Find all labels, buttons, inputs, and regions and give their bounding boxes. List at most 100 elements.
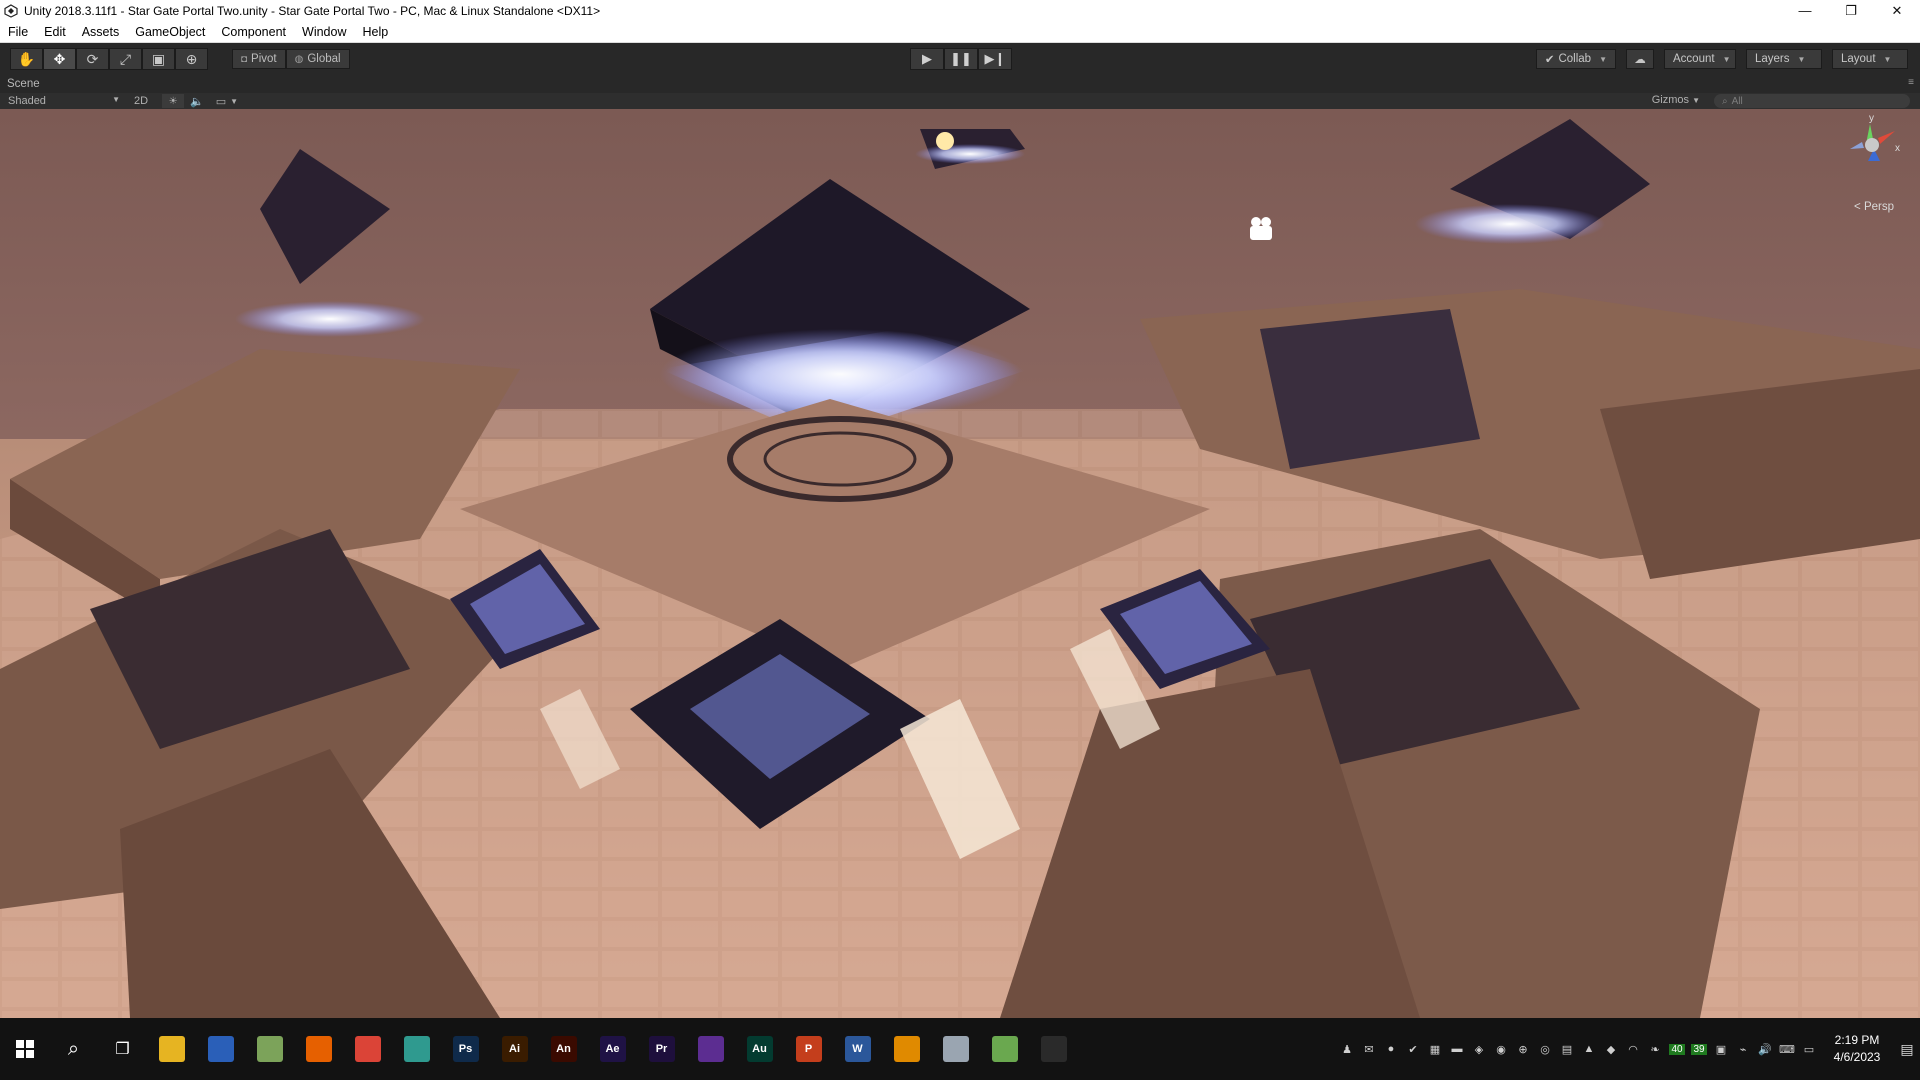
taskbar-app-audition[interactable]: Au bbox=[735, 1018, 784, 1080]
layers-dropdown[interactable]: Layers ▼ bbox=[1746, 49, 1822, 69]
taskbar-app-unity[interactable] bbox=[1029, 1018, 1078, 1080]
leaf-icon[interactable]: ❧ bbox=[1644, 1018, 1666, 1080]
taskbar-app-animate[interactable]: An bbox=[539, 1018, 588, 1080]
app-3-icon bbox=[256, 1036, 283, 1062]
taskbar-app-premiere[interactable]: Pr bbox=[637, 1018, 686, 1080]
global-button[interactable]: ◍ Global bbox=[285, 49, 350, 69]
pause-button[interactable]: ❚❚ bbox=[944, 48, 978, 70]
mode-2d-toggle[interactable]: 2D bbox=[134, 95, 148, 107]
scene-tab[interactable]: Scene ≡ bbox=[0, 75, 1920, 93]
volume-icon[interactable]: 🔊 bbox=[1754, 1018, 1776, 1080]
chevron-down-icon[interactable]: ▼ bbox=[230, 97, 238, 106]
taskbar-app-photoshop[interactable]: Ps bbox=[441, 1018, 490, 1080]
persp-label[interactable]: < Persp bbox=[1854, 201, 1894, 213]
menu-bar: File Edit Assets GameObject Component Wi… bbox=[0, 21, 1920, 43]
tray-icon[interactable]: ▲ bbox=[1578, 1018, 1600, 1080]
tray-icon[interactable]: ◆ bbox=[1600, 1018, 1622, 1080]
menu-edit[interactable]: Edit bbox=[36, 25, 74, 39]
gpu-temp-badge[interactable]: 40 bbox=[1666, 1018, 1688, 1080]
transform-tools: ✋ ✥ ⟳ ⤢ ▣ ⊕ bbox=[10, 48, 208, 70]
rotate-tool-button[interactable]: ⟳ bbox=[76, 48, 109, 70]
chevron-left-icon: < bbox=[1854, 201, 1861, 213]
taskbar-app-file-explorer[interactable] bbox=[147, 1018, 196, 1080]
chrome-icon bbox=[354, 1036, 381, 1062]
sun-icon: ☀ bbox=[168, 95, 178, 107]
tray-icon[interactable]: ✉ bbox=[1358, 1018, 1380, 1080]
taskbar-app-word[interactable]: W bbox=[833, 1018, 882, 1080]
menu-window[interactable]: Window bbox=[294, 25, 354, 39]
shading-mode-label: Shaded bbox=[8, 95, 46, 107]
battery-icon[interactable]: ▭ bbox=[1798, 1018, 1820, 1080]
gizmos-dropdown[interactable]: Gizmos ▼ bbox=[1652, 94, 1700, 106]
menu-help[interactable]: Help bbox=[354, 25, 396, 39]
minimize-button[interactable]: — bbox=[1782, 0, 1828, 21]
notification-icon[interactable]: ▤ bbox=[1894, 1018, 1920, 1080]
taskbar-app-after-effects[interactable]: Ae bbox=[588, 1018, 637, 1080]
menu-assets[interactable]: Assets bbox=[74, 25, 128, 39]
pivot-button[interactable]: ◘ Pivot bbox=[232, 49, 286, 69]
effects-toggle[interactable]: ▭ bbox=[216, 95, 226, 108]
taskbar-app-store[interactable] bbox=[196, 1018, 245, 1080]
collab-dropdown[interactable]: ✔ Collab ▼ bbox=[1535, 49, 1616, 69]
tray-icon[interactable]: ◉ bbox=[1490, 1018, 1512, 1080]
tray-icon[interactable]: ♟ bbox=[1336, 1018, 1358, 1080]
taskbar-app-chrome[interactable] bbox=[343, 1018, 392, 1080]
tray-icon[interactable]: ▬ bbox=[1446, 1018, 1468, 1080]
taskbar-app-sublime[interactable] bbox=[882, 1018, 931, 1080]
play-button[interactable]: ▶ bbox=[910, 48, 944, 70]
rect-tool-button[interactable]: ▣ bbox=[142, 48, 175, 70]
tray-icon[interactable]: ▦ bbox=[1424, 1018, 1446, 1080]
tray-icon[interactable]: ● bbox=[1380, 1018, 1402, 1080]
transform-tool-button[interactable]: ⊕ bbox=[175, 48, 208, 70]
taskbar-app-firefox[interactable] bbox=[294, 1018, 343, 1080]
toolbar-right: ✔ Collab ▼ ☁ Account ▼ Layers ▼ Layout ▼ bbox=[1535, 49, 1908, 69]
scene-tab-label: Scene bbox=[7, 78, 40, 90]
task-view-button[interactable]: ❐ bbox=[98, 1018, 147, 1080]
cloud-button[interactable]: ☁ bbox=[1626, 49, 1654, 69]
tray-icon[interactable]: ⊕ bbox=[1512, 1018, 1534, 1080]
menu-component[interactable]: Component bbox=[213, 25, 294, 39]
taskbar-app-app-18[interactable] bbox=[980, 1018, 1029, 1080]
taskbar-app-powerpoint[interactable]: P bbox=[784, 1018, 833, 1080]
search-button[interactable]: ⌕ bbox=[49, 1018, 98, 1080]
taskbar-app-app-3[interactable] bbox=[245, 1018, 294, 1080]
wifi-icon[interactable]: ◠ bbox=[1622, 1018, 1644, 1080]
move-tool-button[interactable]: ✥ bbox=[43, 48, 76, 70]
tray-icon[interactable]: ◈ bbox=[1468, 1018, 1490, 1080]
tray-icon[interactable]: ⌨ bbox=[1776, 1018, 1798, 1080]
close-button[interactable]: ✕ bbox=[1874, 0, 1920, 21]
menu-gameobject[interactable]: GameObject bbox=[127, 25, 213, 39]
restore-button[interactable]: ❐ bbox=[1828, 0, 1874, 21]
audio-toggle[interactable]: 🔈 bbox=[190, 95, 204, 108]
scene-search-input[interactable]: ⌕ All bbox=[1714, 94, 1910, 108]
lighting-toggle[interactable]: ☀ bbox=[162, 94, 185, 108]
taskbar-app-visual-studio[interactable] bbox=[686, 1018, 735, 1080]
scene-viewport[interactable]: y x < Persp bbox=[0, 109, 1920, 1018]
taskbar-app-app-6[interactable] bbox=[392, 1018, 441, 1080]
cpu-temp-badge[interactable]: 39 bbox=[1688, 1018, 1710, 1080]
tray-icon[interactable]: ✔ bbox=[1402, 1018, 1424, 1080]
usb-icon[interactable]: ⌁ bbox=[1732, 1018, 1754, 1080]
clock[interactable]: 2:19 PM 4/6/2023 bbox=[1820, 1032, 1894, 1066]
powerpoint-icon: P bbox=[795, 1036, 822, 1062]
app-17-icon bbox=[942, 1036, 969, 1062]
start-button[interactable] bbox=[0, 1018, 49, 1080]
hand-tool-button[interactable]: ✋ bbox=[10, 48, 43, 70]
main-toolbar: ✋ ✥ ⟳ ⤢ ▣ ⊕ ◘ Pivot ◍ Global ▶ ❚❚ ▶❙ ✔ Coll… bbox=[0, 43, 1920, 75]
taskbar-app-illustrator[interactable]: Ai bbox=[490, 1018, 539, 1080]
panel-menu-icon[interactable]: ≡ bbox=[1908, 77, 1914, 88]
tray-icon[interactable]: ▣ bbox=[1710, 1018, 1732, 1080]
light-gizmo-icon bbox=[936, 132, 954, 150]
tray-icon[interactable]: ◎ bbox=[1534, 1018, 1556, 1080]
account-dropdown[interactable]: Account ▼ bbox=[1664, 49, 1736, 69]
tray-icon[interactable]: ▤ bbox=[1556, 1018, 1578, 1080]
shading-mode-dropdown[interactable]: Shaded ▼ bbox=[8, 95, 120, 107]
menu-file[interactable]: File bbox=[0, 25, 36, 39]
sublime-icon bbox=[893, 1036, 920, 1062]
layout-dropdown[interactable]: Layout ▼ bbox=[1832, 49, 1908, 69]
scale-tool-button[interactable]: ⤢ bbox=[109, 48, 142, 70]
cloud-icon: ☁ bbox=[1634, 54, 1646, 66]
taskbar-app-app-17[interactable] bbox=[931, 1018, 980, 1080]
move-icon: ✥ bbox=[53, 50, 66, 67]
step-button[interactable]: ▶❙ bbox=[978, 48, 1012, 70]
